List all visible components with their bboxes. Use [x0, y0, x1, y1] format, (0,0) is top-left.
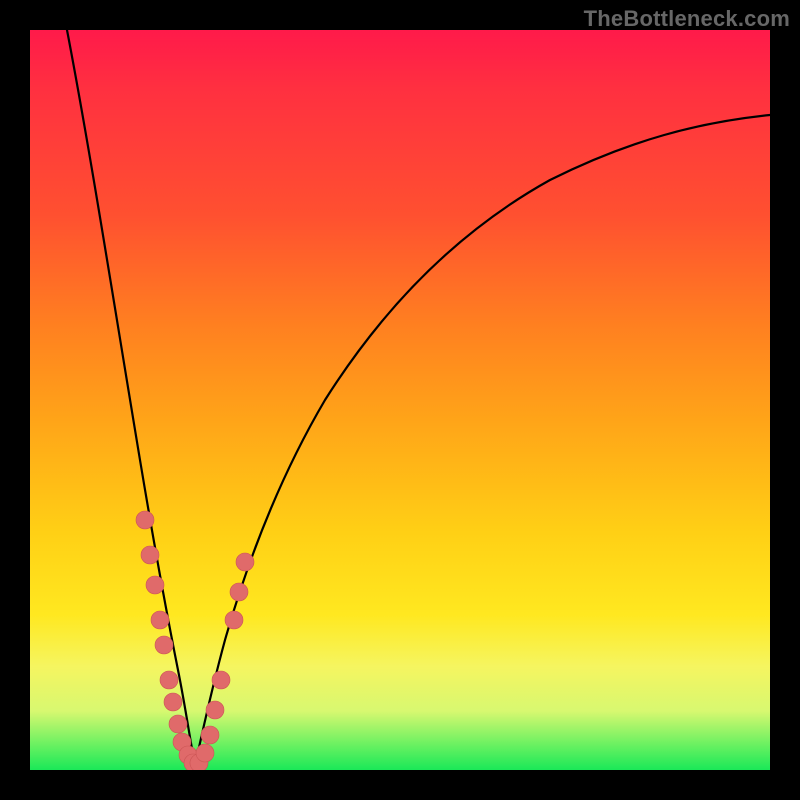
bead: [169, 715, 187, 733]
attribution-text: TheBottleneck.com: [584, 6, 790, 32]
bead: [160, 671, 178, 689]
bead: [164, 693, 182, 711]
bead: [155, 636, 173, 654]
bead: [141, 546, 159, 564]
bead: [206, 701, 224, 719]
beads-group: [136, 511, 254, 770]
bead: [212, 671, 230, 689]
bead: [236, 553, 254, 571]
bead: [151, 611, 169, 629]
bead: [146, 576, 164, 594]
curve-left: [67, 30, 195, 765]
bead: [196, 744, 214, 762]
bead: [225, 611, 243, 629]
curve-right: [195, 115, 770, 765]
bead: [201, 726, 219, 744]
plot-area: [30, 30, 770, 770]
curve-svg: [30, 30, 770, 770]
bead: [230, 583, 248, 601]
chart-frame: TheBottleneck.com: [0, 0, 800, 800]
bead: [136, 511, 154, 529]
